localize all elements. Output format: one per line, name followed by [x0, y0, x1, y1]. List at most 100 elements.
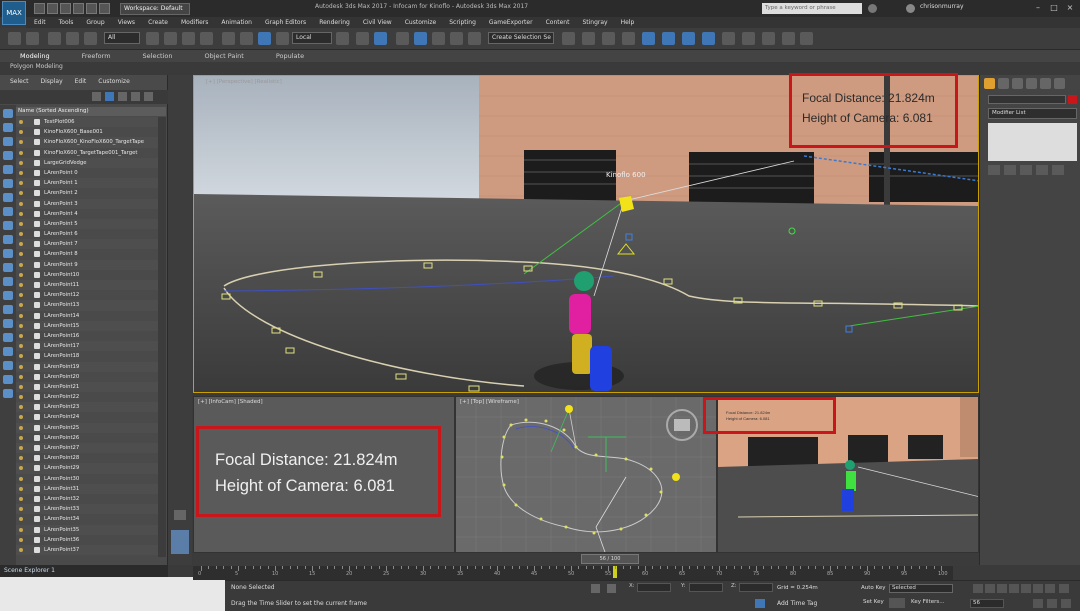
visibility-icon[interactable] — [19, 344, 23, 349]
list-item[interactable]: LArenPoint26 — [16, 433, 158, 443]
play-icon[interactable] — [997, 584, 1007, 593]
remove-modifier-icon[interactable] — [1036, 165, 1048, 175]
bind-spacewarp-icon[interactable] — [84, 32, 97, 45]
redo-icon[interactable] — [26, 32, 39, 45]
tab-freeform[interactable]: Freeform — [82, 52, 111, 60]
layout-tab-icon[interactable] — [174, 510, 186, 520]
visibility-icon[interactable] — [19, 120, 23, 124]
list-item[interactable]: LArenPoint28 — [16, 453, 158, 463]
visibility-icon[interactable] — [19, 547, 23, 552]
go-to-start-icon[interactable] — [973, 584, 983, 593]
pivot-center-icon[interactable] — [336, 32, 349, 45]
visibility-icon[interactable] — [19, 130, 23, 135]
pan-icon[interactable] — [1059, 584, 1069, 593]
visibility-icon[interactable] — [19, 181, 23, 186]
visibility-icon[interactable] — [19, 517, 23, 522]
rendered-frame-window-icon[interactable] — [722, 32, 735, 45]
explorer-menu-edit[interactable]: Edit — [75, 78, 87, 88]
menu-stingray[interactable]: Stingray — [582, 19, 607, 26]
edit-named-selection-icon[interactable] — [468, 32, 481, 45]
visibility-icon[interactable] — [19, 333, 23, 338]
list-item[interactable]: LArenPoint27 — [16, 443, 158, 454]
list-item[interactable]: LArenPoint 3 — [16, 198, 158, 209]
list-item[interactable]: LArenPoint10 — [16, 270, 158, 280]
list-item[interactable]: LArenPoint 6 — [16, 229, 158, 239]
x-coordinate-field[interactable] — [637, 583, 671, 592]
display-all-icon[interactable] — [3, 109, 13, 118]
visibility-icon[interactable] — [19, 496, 23, 501]
go-to-end-icon[interactable] — [1021, 584, 1031, 593]
save-icon[interactable] — [60, 3, 71, 14]
visibility-icon[interactable] — [19, 150, 23, 155]
select-all-icon[interactable] — [3, 361, 13, 370]
menu-graph-editors[interactable]: Graph Editors — [265, 19, 306, 26]
display-tab-icon[interactable] — [1040, 78, 1051, 89]
list-item[interactable]: LArenPoint25 — [16, 422, 158, 433]
visibility-icon[interactable] — [19, 476, 23, 481]
a360-icon[interactable] — [800, 32, 813, 45]
display-references-icon[interactable] — [3, 305, 13, 314]
menu-group[interactable]: Group — [86, 19, 104, 26]
display-helpers-icon[interactable] — [3, 179, 13, 188]
time-slider[interactable]: 56 / 100 — [581, 554, 639, 564]
rectangular-selection-icon[interactable] — [182, 32, 195, 45]
list-item[interactable]: LArenPoint24 — [16, 412, 158, 422]
visibility-icon[interactable] — [19, 323, 23, 328]
explorer-column-header[interactable]: Name (Sorted Ascending) — [16, 107, 166, 116]
list-item[interactable]: LArenPoint17 — [16, 341, 158, 352]
visibility-icon[interactable] — [19, 252, 23, 257]
menu-customize[interactable]: Customize — [405, 19, 437, 26]
list-item[interactable]: KinoFloX600_KinoFloX600_TargetTape — [16, 137, 158, 148]
search-icon[interactable] — [868, 4, 877, 13]
explorer-scrollbar[interactable] — [158, 117, 166, 557]
list-item[interactable]: LArenPoint12 — [16, 290, 158, 300]
modifier-stack[interactable] — [988, 123, 1077, 161]
close-button[interactable]: × — [1062, 2, 1078, 14]
visibility-icon[interactable] — [19, 507, 23, 512]
list-item[interactable]: LArenPoint19 — [16, 361, 158, 372]
menu-edit[interactable]: Edit — [34, 19, 46, 26]
lock-icon[interactable] — [118, 92, 127, 101]
mirror-icon[interactable] — [562, 32, 575, 45]
visibility-icon[interactable] — [19, 160, 23, 165]
list-item[interactable]: LArenPoint21 — [16, 381, 158, 393]
render-setup-icon[interactable] — [702, 32, 715, 45]
list-item[interactable]: LArenPoint 9 — [16, 259, 158, 270]
list-item[interactable]: LArenPoint 5 — [16, 218, 158, 230]
list-item[interactable]: KinoFloX600_TargetTape001_Target — [16, 148, 158, 158]
visibility-icon[interactable] — [19, 283, 23, 287]
list-item[interactable]: LArenPoint30 — [16, 474, 158, 484]
visibility-icon[interactable] — [19, 486, 23, 491]
pin-stack-icon[interactable] — [988, 165, 1000, 175]
list-item[interactable]: LArenPoint33 — [16, 504, 158, 515]
visibility-icon[interactable] — [19, 354, 23, 359]
rotate-icon[interactable] — [240, 32, 253, 45]
display-spacewarps-icon[interactable] — [3, 193, 13, 202]
minimize-button[interactable]: – — [1030, 2, 1046, 14]
select-none-icon[interactable] — [3, 375, 13, 384]
visibility-icon[interactable] — [19, 456, 23, 461]
list-item[interactable]: LArenPoint35 — [16, 524, 158, 535]
viewport-label[interactable]: [+] [InfoCam] [Shaded] — [198, 399, 263, 405]
list-item[interactable]: LArenPoint15 — [16, 320, 158, 331]
workspace-dropdown[interactable]: Workspace: Default — [120, 3, 190, 15]
list-item[interactable]: LArenPoint29 — [16, 463, 158, 474]
visibility-icon[interactable] — [19, 201, 23, 206]
key-mode-icon[interactable] — [1033, 584, 1043, 593]
object-color-swatch[interactable] — [1068, 95, 1077, 104]
new-file-icon[interactable] — [34, 3, 45, 14]
selection-filter-dropdown[interactable]: All — [104, 32, 140, 44]
list-item[interactable]: LArenPoint 7 — [16, 239, 158, 250]
display-lights-icon[interactable] — [3, 151, 13, 160]
list-item[interactable]: LArenPoint13 — [16, 300, 158, 311]
y-coordinate-field[interactable] — [689, 583, 723, 592]
list-item[interactable]: LArenPoint37 — [16, 544, 158, 556]
spinner-snap-icon[interactable] — [450, 32, 463, 45]
menu-animation[interactable]: Animation — [221, 19, 252, 26]
object-name-field[interactable] — [988, 95, 1066, 104]
maximize-viewport-icon[interactable] — [1061, 599, 1071, 608]
curve-editor-icon[interactable] — [642, 32, 655, 45]
list-item[interactable]: LArenPoint16 — [16, 331, 158, 341]
visibility-icon[interactable] — [19, 211, 23, 216]
toggle-ribbon-icon[interactable] — [622, 32, 635, 45]
